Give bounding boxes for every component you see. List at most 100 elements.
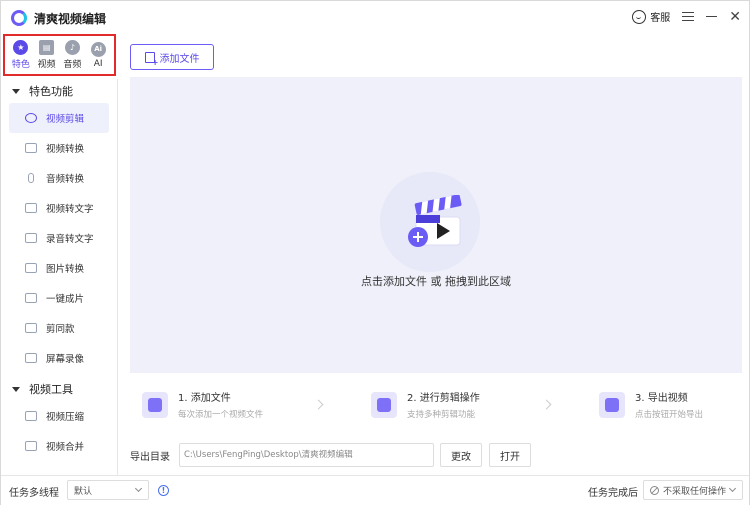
status-bar: 任务多线程 默认 ! 任务完成后 不采取任何操作 bbox=[1, 475, 749, 505]
window-controls: 客服 ✕ bbox=[632, 9, 741, 24]
add-file-icon bbox=[144, 51, 159, 67]
export-path-field[interactable]: C:\Users\FengPing\Desktop\清爽视频编辑 bbox=[179, 443, 434, 467]
caret-down-icon bbox=[12, 88, 20, 94]
sidebar-item-screen-record[interactable]: 屏幕录像 bbox=[9, 343, 109, 373]
chevron-down-icon bbox=[134, 484, 143, 493]
step-title: 1. 添加文件 bbox=[178, 393, 231, 404]
app-logo-icon bbox=[11, 10, 27, 26]
sidebar-item-oneclick-video[interactable]: 一键成片 bbox=[9, 283, 109, 313]
step-subtitle: 支持多种剪辑功能 bbox=[407, 410, 476, 420]
after-task-value: 不采取任何操作 bbox=[663, 486, 727, 497]
sidebar-item-video-to-text[interactable]: 视频转文字 bbox=[9, 193, 109, 223]
chevron-down-icon bbox=[728, 484, 737, 493]
ai-icon: Ai bbox=[90, 41, 106, 57]
image-icon bbox=[25, 263, 37, 273]
ban-icon bbox=[650, 485, 659, 495]
step-subtitle: 点击按钮开始导出 bbox=[635, 410, 704, 420]
sidebar-item-video-merge[interactable]: 视频合并 bbox=[9, 431, 109, 461]
export-video-icon bbox=[599, 391, 625, 418]
file-drop-zone[interactable]: 点击添加文件 或 拖拽到此区域 bbox=[130, 77, 742, 373]
sidebar-item-video-convert[interactable]: 视频转换 bbox=[9, 133, 109, 163]
microphone-icon bbox=[28, 173, 34, 183]
step-export: 3. 导出视频 点击按钮开始导出 bbox=[599, 389, 703, 420]
category-label: AI bbox=[93, 58, 103, 69]
step-add-file: 1. 添加文件 每次添加一个视频文件 bbox=[142, 389, 263, 420]
video-to-text-icon bbox=[25, 203, 37, 213]
sidebar-item-audio-convert[interactable]: 音频转换 bbox=[9, 163, 109, 193]
video-convert-icon bbox=[25, 143, 37, 153]
category-label: 视频 bbox=[37, 60, 56, 70]
step-subtitle: 每次添加一个视频文件 bbox=[178, 410, 264, 420]
film-icon: ▤ bbox=[39, 40, 55, 55]
category-tab-featured[interactable]: ★ 特色 bbox=[9, 40, 33, 70]
add-video-icon bbox=[142, 391, 168, 418]
open-directory-button[interactable]: 打开 bbox=[489, 443, 531, 467]
sidebar-item-image-convert[interactable]: 图片转换 bbox=[9, 253, 109, 283]
after-task-label: 任务完成后 bbox=[588, 488, 638, 499]
export-directory-row: 导出目录 C:\Users\FengPing\Desktop\清爽视频编辑 更改… bbox=[130, 443, 531, 467]
screen-record-icon bbox=[25, 353, 37, 363]
category-tab-audio[interactable]: ♪ 音频 bbox=[60, 40, 84, 70]
sidebar-item-label: 录音转文字 bbox=[46, 234, 94, 245]
sidebar-item-label: 音频转换 bbox=[46, 174, 85, 185]
compress-icon bbox=[25, 411, 37, 421]
close-icon[interactable]: ✕ bbox=[729, 10, 741, 24]
chevron-right-icon bbox=[313, 399, 324, 410]
add-file-label: 添加文件 bbox=[159, 53, 200, 65]
title-bar: 清爽视频编辑 客服 ✕ bbox=[1, 1, 749, 35]
merge-icon bbox=[25, 441, 37, 451]
threads-select[interactable]: 默认 bbox=[67, 480, 149, 500]
sidebar-item-label: 一键成片 bbox=[46, 294, 85, 305]
step-edit: 2. 进行剪辑操作 支持多种剪辑功能 bbox=[371, 389, 480, 420]
step-title: 3. 导出视频 bbox=[635, 393, 688, 404]
category-tabs: ★ 特色 ▤ 视频 ♪ 音频 Ai AI bbox=[3, 34, 116, 76]
sidebar-item-label: 视频转换 bbox=[46, 144, 85, 155]
sidebar-item-video-edit[interactable]: 视频剪辑 bbox=[9, 103, 109, 133]
info-icon[interactable]: ! bbox=[158, 485, 169, 496]
export-directory-label: 导出目录 bbox=[130, 451, 170, 463]
change-directory-button[interactable]: 更改 bbox=[440, 443, 482, 467]
app-title: 清爽视频编辑 bbox=[34, 12, 107, 26]
section-header-featured[interactable]: 特色功能 bbox=[1, 79, 117, 103]
drop-zone-hint: 点击添加文件 或 拖拽到此区域 bbox=[361, 275, 511, 288]
menu-icon[interactable] bbox=[682, 12, 695, 21]
threads-value: 默认 bbox=[74, 486, 93, 497]
sidebar-item-label: 图片转换 bbox=[46, 264, 85, 275]
music-icon: ♪ bbox=[64, 40, 80, 55]
star-icon: ★ bbox=[13, 40, 29, 55]
film-reel-icon bbox=[25, 113, 37, 123]
category-tab-ai[interactable]: Ai AI bbox=[86, 41, 110, 69]
template-icon bbox=[25, 323, 37, 333]
customer-service-icon[interactable] bbox=[632, 9, 647, 24]
customer-service-label[interactable]: 客服 bbox=[650, 9, 670, 24]
chevron-right-icon bbox=[541, 399, 552, 410]
section-title: 视频工具 bbox=[29, 383, 73, 396]
clapperboard-icon bbox=[408, 195, 462, 247]
threads-label: 任务多线程 bbox=[9, 488, 59, 499]
section-header-video-tools[interactable]: 视频工具 bbox=[1, 377, 117, 401]
sidebar-item-template[interactable]: 剪同款 bbox=[9, 313, 109, 343]
category-label: 特色 bbox=[11, 60, 30, 70]
sidebar-item-label: 视频压缩 bbox=[46, 412, 85, 423]
oneclick-video-icon bbox=[25, 293, 37, 303]
sidebar: 特色功能 视频剪辑 视频转换 音频转换 视频转文字 录音转文字 图片转换 一键成… bbox=[1, 79, 118, 475]
app-window: 清爽视频编辑 客服 ✕ ★ 特色 ▤ 视频 ♪ 音频 Ai AI 特色功能 视频… bbox=[0, 0, 750, 505]
sidebar-item-label: 视频剪辑 bbox=[46, 114, 85, 125]
audio-to-text-icon bbox=[25, 233, 37, 243]
steps-guide: 1. 添加文件 每次添加一个视频文件 2. 进行剪辑操作 支持多种剪辑功能 3.… bbox=[130, 389, 742, 431]
sidebar-item-label: 视频合并 bbox=[46, 442, 85, 453]
sidebar-item-label: 屏幕录像 bbox=[46, 354, 85, 365]
category-label: 音频 bbox=[63, 60, 82, 70]
step-title: 2. 进行剪辑操作 bbox=[407, 393, 480, 404]
sidebar-item-video-compress[interactable]: 视频压缩 bbox=[9, 401, 109, 431]
after-task-select[interactable]: 不采取任何操作 bbox=[643, 480, 743, 500]
minimize-icon[interactable] bbox=[706, 15, 718, 18]
add-file-button[interactable]: 添加文件 bbox=[130, 44, 214, 70]
category-tab-video[interactable]: ▤ 视频 bbox=[35, 40, 59, 70]
sidebar-item-label: 视频转文字 bbox=[46, 204, 94, 215]
sidebar-item-label: 剪同款 bbox=[46, 324, 75, 335]
section-title: 特色功能 bbox=[29, 85, 73, 98]
edit-list-icon bbox=[371, 391, 397, 418]
caret-down-icon bbox=[12, 386, 20, 392]
sidebar-item-audio-to-text[interactable]: 录音转文字 bbox=[9, 223, 109, 253]
